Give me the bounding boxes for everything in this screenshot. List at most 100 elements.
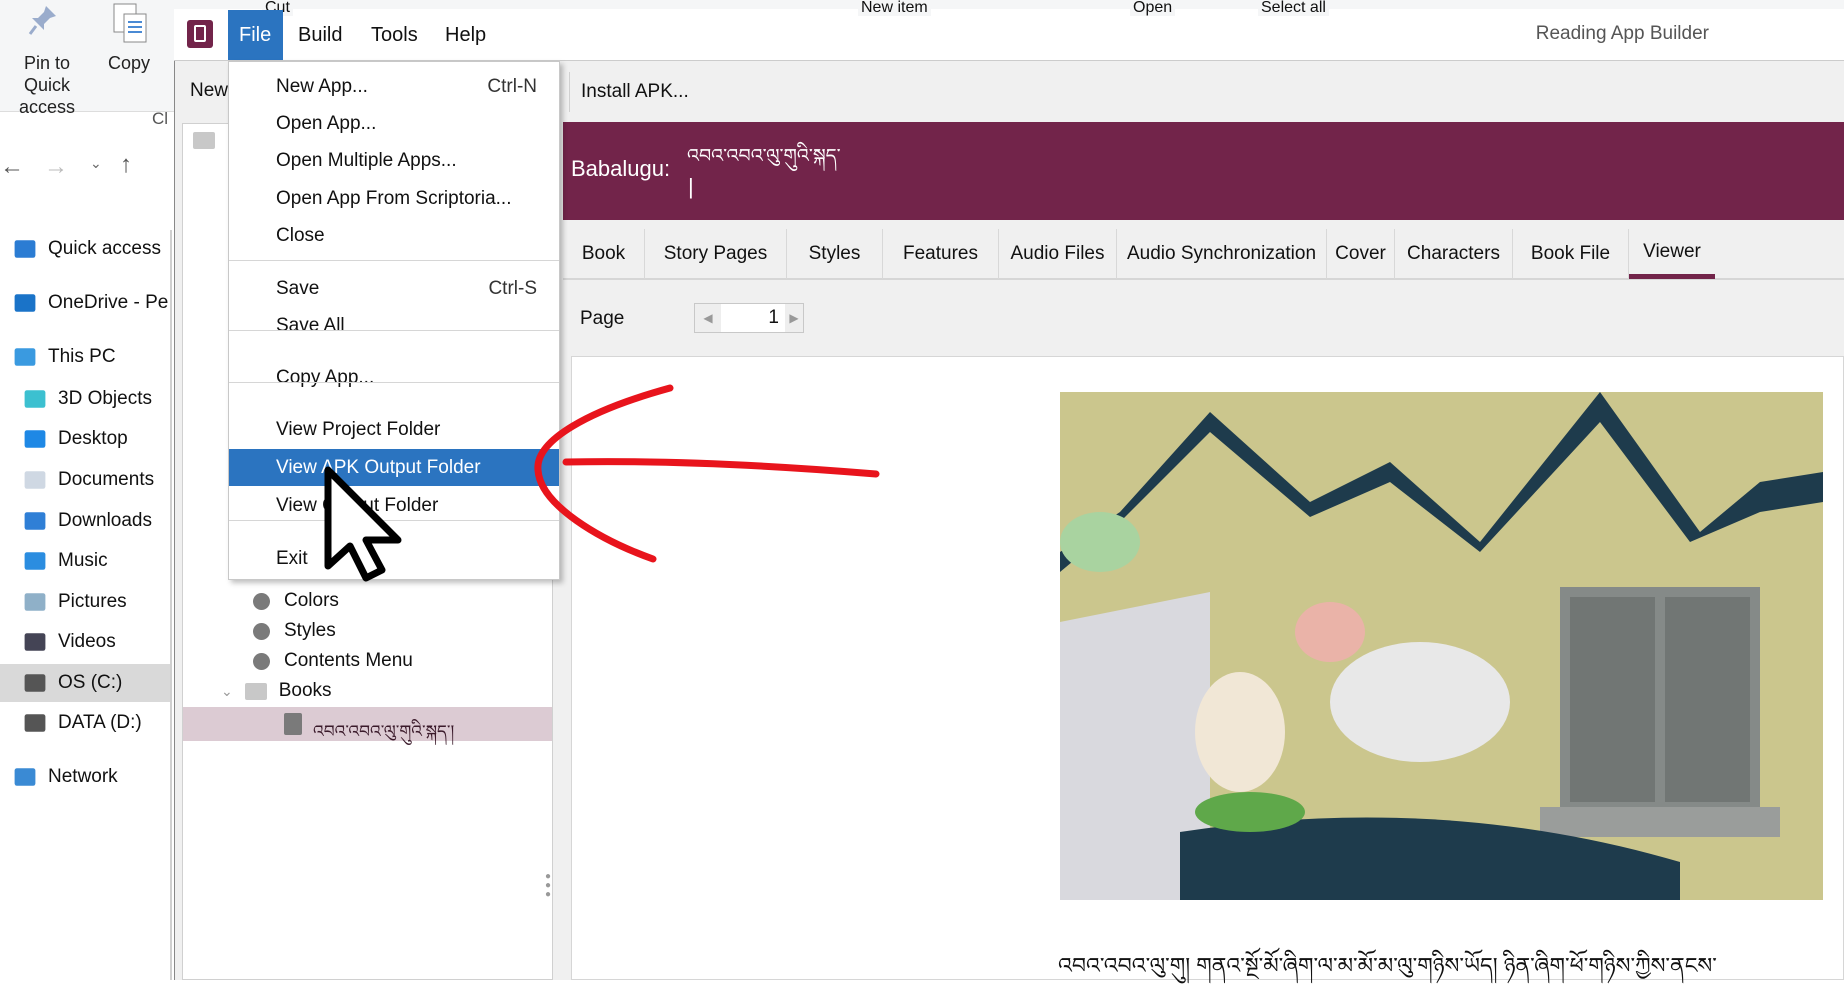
folder-icon (193, 132, 215, 149)
tab-label: Viewer (1643, 240, 1701, 262)
tab-book[interactable]: Book (563, 229, 645, 279)
toolbar-divider (569, 72, 570, 112)
select-all-button[interactable]: Select all (1258, 0, 1329, 16)
install-apk-button[interactable]: Install APK... (581, 81, 689, 103)
menu-item-label: View Project Folder (276, 418, 441, 440)
tab-audio-synchronization[interactable]: Audio Synchronization (1117, 229, 1327, 279)
pin-icon (28, 4, 56, 35)
menu-item-label: Open Multiple Apps... (276, 149, 457, 171)
nav-item[interactable]: This PC (0, 338, 170, 376)
menu-item-view-apk-output-folder[interactable]: View APK Output Folder (229, 449, 559, 486)
downloads-icon (24, 512, 46, 530)
menu-item-label: Exit (276, 547, 308, 569)
nav-item-label: Documents (58, 469, 155, 490)
explorer-navigation-bar: ← → ⌄ ↑ (0, 145, 174, 195)
nav-item[interactable]: Network (0, 758, 170, 796)
tree-item-books[interactable]: ⌄ Books (221, 676, 332, 706)
drive-icon (24, 674, 46, 692)
nav-item[interactable]: Pictures (0, 583, 170, 621)
nav-item-label: Quick access (48, 238, 161, 259)
tree-item-contents-menu[interactable]: Contents Menu (253, 646, 413, 676)
menu-help[interactable]: Help (434, 10, 497, 60)
next-page-icon[interactable]: ▶ (785, 304, 803, 332)
tab-label: Characters (1407, 243, 1500, 264)
up-arrow-icon[interactable]: ↑ (120, 151, 132, 179)
nav-item[interactable]: Desktop (0, 420, 170, 458)
onedrive-cloud-icon (14, 294, 36, 312)
nav-item[interactable]: Documents (0, 461, 170, 499)
menu-item-save-all[interactable]: Save All (229, 307, 559, 344)
nav-item-label: Desktop (58, 428, 128, 449)
tab-characters[interactable]: Characters (1395, 229, 1513, 279)
music-icon (24, 552, 46, 570)
menu-item-open-app[interactable]: Open App... (229, 105, 559, 142)
book-banner: Babalugu: འབའ་འབའ་ལུ་གུའི་སྐད་ | (563, 122, 1844, 220)
menu-item-copy-app[interactable]: Copy App... (229, 359, 559, 396)
drive-icon (24, 714, 46, 732)
menu-item-open-multiple-apps[interactable]: Open Multiple Apps... (229, 142, 559, 179)
tab-story-pages[interactable]: Story Pages (645, 229, 787, 279)
tab-cover[interactable]: Cover (1327, 229, 1395, 279)
tree-item-book-selected[interactable]: འབའ་འབའ་ལུ་གུའི་སྐད་། (183, 707, 552, 741)
page-label: Page (580, 308, 625, 329)
back-arrow-icon[interactable]: ← (0, 153, 24, 181)
tab-label: Story Pages (663, 243, 768, 264)
menu-separator (229, 520, 559, 521)
tab-viewer[interactable]: ViewerViewer (1629, 229, 1715, 279)
open-button[interactable]: Open (1130, 0, 1176, 16)
nav-item[interactable]: OneDrive - Pe (0, 284, 170, 322)
text-cursor: | (688, 174, 694, 199)
tab-label: Audio Synchronization (1126, 243, 1317, 264)
previous-page-icon[interactable]: ◀ (695, 304, 721, 332)
copy-icon (112, 2, 152, 43)
page-spinner[interactable]: ◀ 1 ▶ (694, 303, 804, 333)
3d-objects-icon (24, 390, 46, 408)
nav-item-label: Music (58, 550, 108, 571)
menu-item-save[interactable]: Save Ctrl-S (229, 270, 559, 307)
recent-chevron-icon[interactable]: ⌄ (90, 155, 102, 172)
book-title: འབའ་འབའ་ལུ་གུའི་སྐད་ (687, 146, 841, 167)
menu-shortcut: Ctrl-S (488, 277, 537, 299)
tab-audio-files[interactable]: Audio Files (999, 229, 1117, 279)
menu-item-view-project-folder[interactable]: View Project Folder (229, 411, 559, 448)
new-button[interactable]: New (190, 80, 228, 102)
menu-separator (229, 260, 559, 261)
splitter-handle[interactable]: ● ● ● (545, 872, 551, 900)
app-title: Reading App Builder (1535, 23, 1709, 44)
tree-item-label: འབའ་འབའ་ལུ་གུའི་སྐད་། (313, 722, 455, 741)
bullet-icon (253, 592, 270, 610)
tab-styles[interactable]: Styles (787, 229, 883, 279)
nav-item[interactable]: Music (0, 542, 170, 580)
nav-item[interactable]: Quick access (0, 230, 170, 268)
tree-item-styles[interactable]: Styles (253, 616, 336, 646)
expand-chevron-icon[interactable]: ⌄ (221, 683, 233, 700)
menu-item-view-output-folder[interactable]: View Output Folder (229, 487, 559, 524)
tab-features[interactable]: Features (883, 229, 999, 279)
menu-item-open-app-from-scriptoria[interactable]: Open App From Scriptoria... (229, 180, 559, 217)
nav-item[interactable]: 3D Objects (0, 380, 170, 418)
tree-item-colors[interactable]: Colors (253, 586, 339, 616)
menu-item-close[interactable]: Close (229, 217, 559, 254)
app-name-label: Babalugu: (571, 156, 671, 181)
new-item-button[interactable]: New item (858, 0, 931, 16)
story-text: འབའ་འབའ་ལུ་གུ། གནའ་སྔོ་མོ་ཞིག་ལ་མ་མོ་མ་ལ… (1058, 953, 1717, 978)
videos-icon (24, 633, 46, 651)
nav-item[interactable]: Videos (0, 623, 170, 661)
nav-item[interactable]: Downloads (0, 502, 170, 540)
copy-button[interactable]: Copy (108, 52, 150, 74)
tab-book-file[interactable]: Book File (1513, 229, 1629, 279)
menu-item-exit[interactable]: Exit (229, 540, 559, 577)
nav-item-label: OneDrive - Pe (48, 292, 169, 313)
clipboard-group-label: Cl (152, 109, 169, 128)
forward-arrow-icon[interactable]: → (44, 153, 68, 181)
menu-file[interactable]: File (228, 10, 283, 60)
tree-item-label: Styles (284, 620, 336, 641)
tab-label: Book (581, 243, 626, 264)
menu-build[interactable]: Build (287, 10, 353, 60)
menu-item-new-app[interactable]: New App... Ctrl-N (229, 68, 559, 105)
page-number[interactable]: 1 (721, 307, 785, 329)
nav-item[interactable]: DATA (D:) (0, 704, 170, 742)
menu-tools[interactable]: Tools (360, 10, 429, 60)
nav-item[interactable]: OS (C:) (0, 664, 170, 702)
pin-quick-access-button[interactable]: Pin to Quick access (0, 52, 94, 118)
